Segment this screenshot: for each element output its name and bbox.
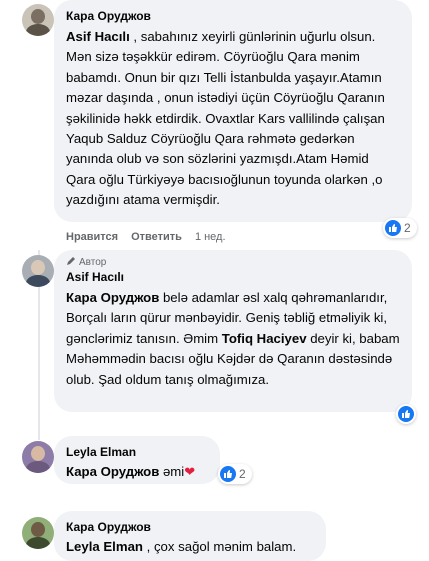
avatar[interactable] (22, 255, 54, 287)
comment-bubble: Leyla Elman Кара Оруджов əmi❤ (54, 436, 220, 484)
comment-text: Кара Оруджов əmi❤ (66, 462, 208, 482)
mention-link[interactable]: Tofiq Haciyev (222, 331, 307, 346)
comment-author[interactable]: Кара Оруджов (66, 8, 400, 24)
like-button[interactable]: Нравится (66, 231, 118, 243)
like-icon (398, 406, 414, 422)
comment-text: Leyla Elman , çox sağol mənim balam. (66, 537, 314, 557)
reaction-count[interactable]: 2 (218, 464, 252, 484)
author-badge-label: Автор (79, 257, 107, 268)
reply-button[interactable]: Ответить (131, 231, 182, 243)
author-pen-icon (66, 256, 76, 269)
comment-body: əmi (159, 464, 185, 479)
comment-bubble: Кара Оруджов Leyla Elman , çox sağol mən… (54, 511, 326, 561)
reaction-count[interactable]: 2 (383, 218, 417, 238)
comment-text: Кара Оруджов belə adamlar əsl xalq qəhrə… (66, 288, 400, 390)
avatar[interactable] (22, 517, 54, 549)
comment-actions: Нравится Ответить 1 нед. (66, 231, 226, 243)
comment-bubble: Кара Оруджов Asif Hacılı , sabahınız xey… (54, 0, 412, 222)
comment-text: Asif Hacılı , sabahınız xeyirli günlərin… (66, 27, 400, 211)
author-badge: Автор (66, 256, 400, 269)
reaction-number: 2 (239, 467, 246, 481)
mention-link[interactable]: Кара Оруджов (66, 464, 159, 479)
reaction-count[interactable] (396, 404, 416, 424)
mention-link[interactable]: Кара Оруджов (66, 290, 159, 305)
comment-time[interactable]: 1 нед. (195, 231, 226, 243)
comment-author[interactable]: Кара Оруджов (66, 519, 314, 535)
comment-author[interactable]: Leyla Elman (66, 444, 208, 460)
avatar[interactable] (22, 441, 54, 473)
comment-author[interactable]: Asif Hacılı (66, 269, 400, 285)
comment-body: , çox sağol mənim balam. (142, 539, 297, 554)
like-icon (220, 466, 236, 482)
reaction-number: 2 (404, 221, 411, 235)
mention-link[interactable]: Asif Hacılı (66, 29, 130, 44)
mention-link[interactable]: Leyla Elman (66, 539, 143, 554)
comment-body: , sabahınız xeyirli günlərinin uğurlu ol… (66, 29, 385, 208)
like-icon (385, 220, 401, 236)
avatar[interactable] (22, 4, 54, 36)
comment-bubble: Автор Asif Hacılı Кара Оруджов belə adam… (54, 250, 412, 412)
heart-icon: ❤ (184, 464, 196, 479)
